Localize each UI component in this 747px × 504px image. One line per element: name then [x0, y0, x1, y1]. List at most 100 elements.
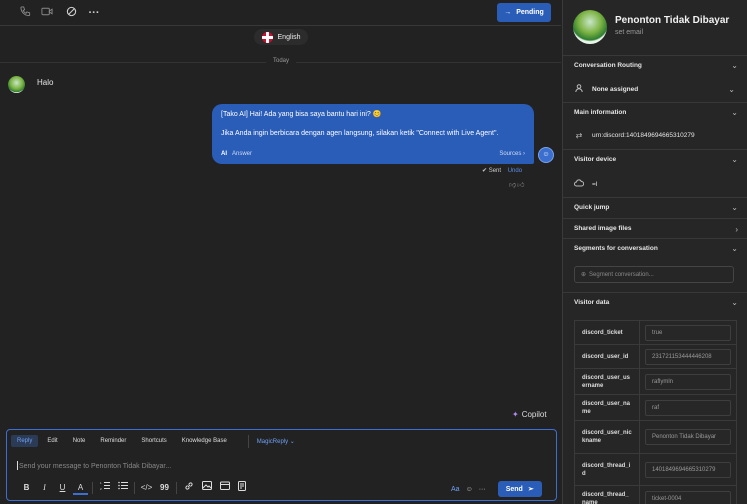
table-row: discord_user_nickname Penonton Tidak Dib… — [575, 421, 736, 454]
message-composer: Reply Edit Note Reminder Shortcuts Knowl… — [6, 429, 557, 501]
day-label: Today — [266, 58, 296, 67]
svg-text:1: 1 — [100, 481, 102, 485]
text-color-icon[interactable]: A — [73, 482, 88, 495]
table-row: discord_thread_name ticket-0004 — [575, 486, 736, 504]
device-info: =l — [574, 179, 597, 189]
incoming-message: Halo — [37, 78, 54, 87]
section-visitor-device[interactable]: Visitor device ⌄ — [563, 149, 747, 169]
arrow-right-icon: → — [504, 9, 512, 16]
visitor-data-table: discord_ticket true discord_user_id 2317… — [574, 320, 737, 504]
italic-icon[interactable]: I — [37, 481, 52, 495]
data-value-field[interactable]: ticket-0004 — [645, 490, 731, 504]
chevron-down-icon: ⌄ — [731, 108, 738, 117]
pending-button[interactable]: → Pending — [497, 3, 551, 22]
tab-note[interactable]: Note — [67, 435, 92, 447]
device-value: =l — [592, 180, 598, 188]
toolbar-divider — [176, 482, 177, 494]
bold-icon[interactable]: B — [19, 481, 34, 495]
image-icon[interactable] — [199, 481, 214, 495]
chevron-right-icon: › — [735, 225, 738, 234]
feedback-buttons: 👎︎👍︎ — [509, 180, 525, 189]
underline-icon[interactable]: U — [55, 481, 70, 495]
link-icon[interactable] — [181, 481, 196, 495]
data-value-field[interactable]: raflymln — [645, 373, 731, 390]
section-title: Segments for conversation — [574, 245, 658, 252]
user-icon — [574, 84, 584, 94]
section-title: Quick jump — [574, 204, 610, 211]
data-value-field[interactable]: true — [645, 324, 731, 341]
delivery-status: ✔ Sent Undo — [482, 167, 522, 174]
data-key: discord_user_id — [575, 345, 640, 368]
composer-actions: Aa ☺ ··· Send ➢ — [451, 481, 542, 497]
section-visitor-data[interactable]: Visitor data ⌄ — [563, 292, 747, 312]
composer-tabs: Reply Edit Note Reminder Shortcuts Knowl… — [11, 433, 304, 449]
phone-icon[interactable] — [18, 6, 32, 20]
data-value-field[interactable]: 231721153444446208 — [645, 348, 731, 365]
quote-icon[interactable]: 99 — [157, 481, 172, 495]
data-key: discord_thread_id — [575, 454, 640, 485]
thumbs-up-icon[interactable]: 👍︎ — [517, 182, 525, 189]
data-value-field[interactable]: 1401849694665310279 — [645, 461, 731, 478]
section-title: Visitor device — [574, 156, 617, 163]
data-key: discord_user_nickname — [575, 421, 640, 453]
sparkle-icon: ✦ — [512, 410, 519, 419]
chevron-down-icon: ⌄ — [731, 244, 738, 253]
bullet-list-icon[interactable] — [115, 481, 130, 495]
assignee-value: None assigned — [592, 85, 639, 93]
language-selector[interactable]: English — [254, 29, 308, 45]
ordered-list-icon[interactable]: 12 — [97, 481, 112, 495]
send-button[interactable]: Send ➢ — [497, 481, 542, 497]
data-value-field[interactable]: Penonton Tidak Dibayar — [645, 429, 731, 445]
thumbs-down-icon[interactable]: 👎︎ — [509, 182, 517, 189]
language-label: English — [277, 33, 301, 41]
set-email-link[interactable]: set email — [615, 29, 643, 36]
section-shared-image-files[interactable]: Shared image files › — [563, 218, 747, 238]
video-icon[interactable] — [40, 6, 54, 20]
chevron-down-icon: ⌄ — [728, 84, 735, 94]
emoji-icon[interactable]: ☺ — [466, 486, 473, 493]
send-icon: ➢ — [527, 486, 534, 493]
copilot-button[interactable]: ✦ Copilot — [512, 410, 547, 419]
magic-reply-dropdown[interactable]: MagicReply ⌄ — [247, 434, 301, 448]
block-icon[interactable] — [64, 6, 78, 20]
data-key: discord_ticket — [575, 321, 640, 344]
chevron-down-icon: ⌄ — [731, 61, 738, 70]
section-segments[interactable]: Segments for conversation ⌄ — [563, 238, 747, 258]
answer-label: Answer — [232, 151, 253, 157]
assignee-select[interactable]: None assigned ⌄ — [574, 84, 739, 94]
tab-knowledge-base[interactable]: Knowledge Base — [176, 435, 233, 447]
toolbar-divider — [134, 482, 135, 494]
sent-status: ✔ Sent — [482, 168, 502, 174]
data-key: discord_user_username — [575, 369, 640, 394]
tab-shortcuts[interactable]: Shortcuts — [135, 435, 172, 447]
tab-edit[interactable]: Edit — [41, 435, 63, 447]
calendar-icon[interactable] — [217, 481, 232, 495]
bubble-line-1: [Tako AI] Hai! Ada yang bisa saya bantu … — [221, 111, 382, 118]
section-quick-jump[interactable]: Quick jump ⌄ — [563, 197, 747, 217]
section-main-information[interactable]: Main information ⌄ — [563, 102, 747, 122]
section-conversation-routing[interactable]: Conversation Routing ⌄ — [563, 55, 747, 75]
font-toggle-icon[interactable]: Aa — [451, 486, 460, 493]
message-input[interactable]: Send your message to Penonton Tidak Diba… — [17, 461, 171, 470]
tab-reply[interactable]: Reply — [11, 435, 39, 447]
plus-circle-icon: ⊕ — [581, 272, 587, 278]
svg-text:2: 2 — [100, 487, 102, 490]
more-options-icon[interactable]: ··· — [479, 486, 486, 493]
format-toolbar: B I U A 12 </> 99 — [19, 481, 253, 495]
segment-input[interactable]: ⊕ Segment conversation... — [574, 266, 734, 283]
data-key: discord_user_name — [575, 395, 640, 420]
sources-link[interactable]: Sources › — [499, 149, 525, 159]
data-value-field[interactable]: raf — [645, 399, 731, 416]
tab-reminder[interactable]: Reminder — [94, 435, 132, 447]
code-icon[interactable]: </> — [139, 481, 154, 495]
template-icon[interactable] — [235, 481, 250, 495]
chevron-down-icon: ⌄ — [731, 298, 738, 307]
more-icon[interactable]: ··· — [87, 6, 101, 20]
chevron-down-icon: ⌄ — [731, 155, 738, 164]
section-title: Conversation Routing — [574, 62, 642, 69]
undo-link[interactable]: Undo — [508, 168, 522, 174]
table-row: discord_ticket true — [575, 321, 736, 345]
contact-avatar — [573, 10, 607, 44]
ai-badge: AI — [221, 151, 227, 157]
swap-icon: ⇄ — [575, 131, 583, 140]
